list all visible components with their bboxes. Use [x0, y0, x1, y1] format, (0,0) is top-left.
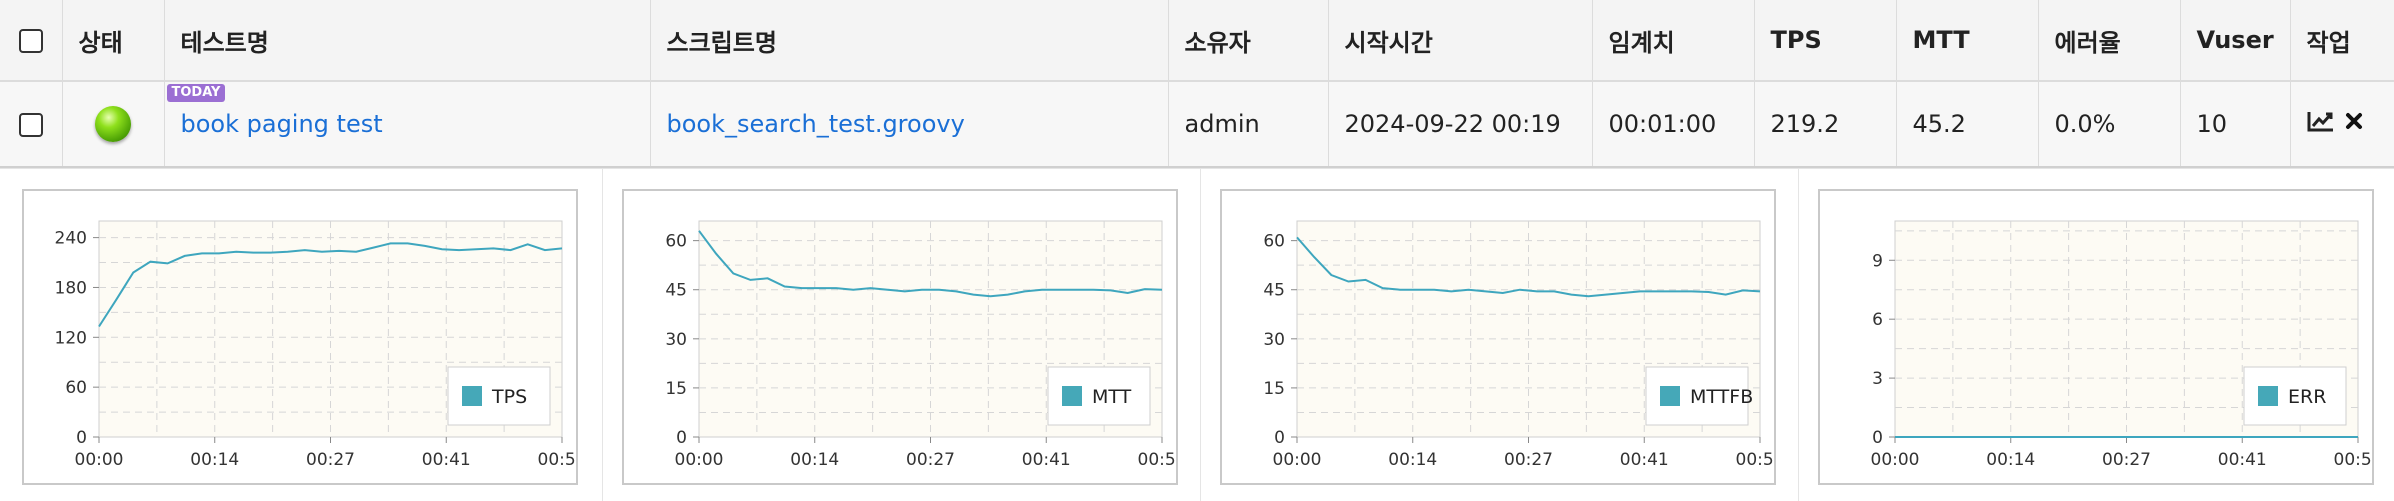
close-icon[interactable] [2345, 112, 2363, 130]
threshold-cell: 00:01:00 [1592, 81, 1755, 167]
y-tick-label: 180 [55, 278, 87, 298]
legend-swatch [1660, 386, 1680, 406]
chart-line-icon[interactable] [2307, 110, 2335, 132]
chart-divider [602, 169, 603, 501]
x-tick-label: 00:41 [1022, 450, 1071, 470]
x-tick-label: 00:00 [1273, 450, 1322, 470]
action-cell [2290, 81, 2394, 167]
header-action: 작업 [2290, 0, 2394, 81]
y-tick-label: 60 [65, 378, 87, 398]
y-tick-label: 120 [55, 328, 87, 348]
start-time-cell: 2024-09-22 00:19 [1328, 81, 1593, 167]
x-tick-label: 00:54 [1736, 450, 1775, 470]
err-chart: 0 3 6 9 00:00 00:14 00:27 00:41 00:54 ERR [1818, 189, 2374, 485]
x-tick-label: 00:27 [306, 450, 355, 470]
select-all-header [0, 0, 63, 81]
x-tick-label: 00:14 [1986, 450, 2035, 470]
header-script-name[interactable]: 스크립트명 [650, 0, 1169, 81]
y-tick-label: 9 [1872, 251, 1883, 271]
mtt-chart: 0 15 30 45 60 00:00 00:14 00:27 00:41 00:54 MTT [622, 189, 1178, 485]
select-all-checkbox[interactable] [18, 29, 43, 53]
x-tick-label: 00:14 [190, 450, 239, 470]
chart-legend: MTTFB [1645, 366, 1753, 426]
legend-label: MTT [1092, 386, 1132, 408]
x-tick-label: 00:41 [2218, 450, 2267, 470]
header-mtt[interactable]: MTT [1896, 0, 2039, 81]
today-badge: TODAY [166, 84, 226, 102]
header-error-rate[interactable]: 에러율 [2038, 0, 2181, 81]
legend-swatch [2258, 386, 2278, 406]
mtt-chart-svg: 0 15 30 45 60 00:00 00:14 00:27 00:41 00:54 MTT [665, 220, 1177, 470]
header-status[interactable]: 상태 [62, 0, 165, 81]
vuser-cell: 10 [2180, 81, 2291, 167]
chart-divider [1200, 169, 1201, 501]
legend-swatch [462, 386, 482, 406]
y-tick-label: 3 [1872, 369, 1883, 389]
y-tick-label: 0 [676, 428, 687, 448]
table-header-row: 상태 테스트명 스크립트명 소유자 시작시간 임계치 TPS MTT 에러율 V… [0, 0, 2394, 81]
y-tick-label: 15 [665, 379, 687, 399]
mttfb-chart: 0 15 30 45 60 00:00 00:14 00:27 00:41 00:54 MTTFB [1220, 189, 1776, 485]
table-row[interactable]: TODAY book paging test book_search_test.… [0, 81, 2394, 167]
y-tick-label: 0 [1872, 428, 1883, 448]
y-tick-label: 60 [665, 232, 687, 252]
header-threshold[interactable]: 임계치 [1592, 0, 1755, 81]
row-select-cell [0, 81, 63, 167]
test-name-link[interactable]: book paging test [181, 110, 383, 138]
x-tick-label: 00:00 [75, 450, 124, 470]
green-status-ball-icon [95, 106, 131, 142]
header-test-name[interactable]: 테스트명 [164, 0, 651, 81]
row-checkbox[interactable] [18, 113, 43, 137]
mttfb-chart-svg: 0 15 30 45 60 00:00 00:14 00:27 00:41 00:54 MTTFB [1263, 220, 1775, 470]
script-name-link[interactable]: book_search_test.groovy [667, 110, 965, 138]
y-tick-label: 0 [1274, 428, 1285, 448]
header-owner[interactable]: 소유자 [1168, 0, 1329, 81]
x-tick-label: 00:41 [1620, 450, 1669, 470]
y-tick-label: 45 [665, 281, 687, 301]
y-tick-label: 30 [665, 330, 687, 350]
legend-label: TPS [491, 386, 527, 408]
chart-legend: TPS [447, 366, 551, 426]
x-tick-label: 00:14 [790, 450, 839, 470]
x-tick-label: 00:00 [1871, 450, 1920, 470]
y-tick-label: 240 [55, 229, 87, 249]
legend-label: ERR [2288, 386, 2326, 408]
tps-chart-svg: 0 60 120 180 240 00:00 00:14 00:27 00:41 00:54 TPS [55, 220, 577, 470]
x-tick-label: 00:27 [2102, 450, 2151, 470]
error-rate-cell: 0.0% [2038, 81, 2181, 167]
y-tick-label: 15 [1263, 379, 1285, 399]
owner-cell: admin [1168, 81, 1329, 167]
y-tick-label: 30 [1263, 330, 1285, 350]
legend-swatch [1062, 386, 1082, 406]
y-tick-label: 45 [1263, 281, 1285, 301]
x-tick-label: 00:27 [906, 450, 955, 470]
x-tick-label: 00:54 [1138, 450, 1177, 470]
x-tick-label: 00:14 [1388, 450, 1437, 470]
chart-legend: ERR [2243, 366, 2347, 426]
tps-cell: 219.2 [1754, 81, 1897, 167]
x-tick-label: 00:54 [2334, 450, 2373, 470]
header-tps[interactable]: TPS [1754, 0, 1897, 81]
script-name-cell: book_search_test.groovy [650, 81, 1169, 167]
x-tick-label: 00:27 [1504, 450, 1553, 470]
header-start-time[interactable]: 시작시간 [1328, 0, 1593, 81]
err-chart-svg: 0 3 6 9 00:00 00:14 00:27 00:41 00:54 ERR [1871, 220, 2373, 470]
tps-chart: 0 60 120 180 240 00:00 00:14 00:27 00:41 00:54 TPS [22, 189, 578, 485]
legend-label: MTTFB [1690, 386, 1753, 408]
mtt-cell: 45.2 [1896, 81, 2039, 167]
x-tick-label: 00:00 [675, 450, 724, 470]
y-tick-label: 0 [76, 428, 87, 448]
header-vuser[interactable]: Vuser [2180, 0, 2291, 81]
y-tick-label: 60 [1263, 232, 1285, 252]
chart-legend: MTT [1047, 366, 1151, 426]
chart-panel: 06012018024000:0000:1400:2700:4100:54TPS… [0, 168, 2394, 501]
status-cell [62, 81, 165, 167]
x-tick-label: 00:54 [538, 450, 577, 470]
x-tick-label: 00:41 [422, 450, 471, 470]
chart-divider [1798, 169, 1799, 501]
test-list-table: 상태 테스트명 스크립트명 소유자 시작시간 임계치 TPS MTT 에러율 V… [0, 0, 2394, 168]
test-name-cell: TODAY book paging test [164, 81, 651, 167]
y-tick-label: 6 [1872, 310, 1883, 330]
